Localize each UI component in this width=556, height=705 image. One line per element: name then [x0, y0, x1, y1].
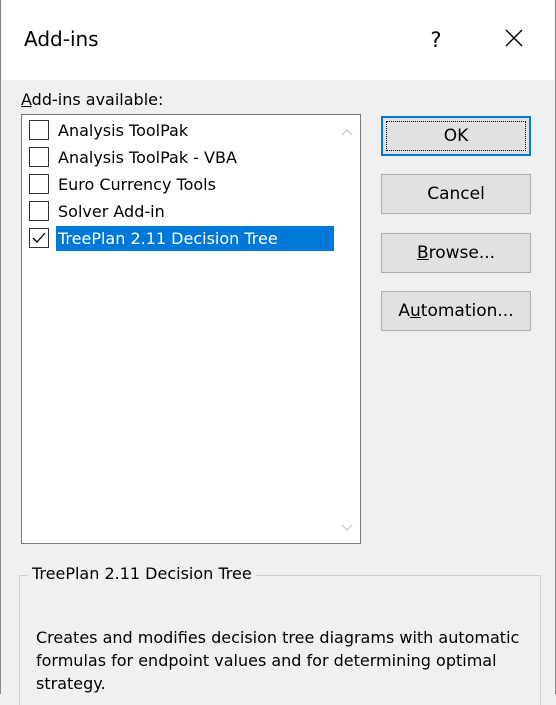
list-item[interactable]: Analysis ToolPak - VBA [22, 144, 334, 171]
browse-button[interactable]: Browse... [381, 233, 531, 273]
addin-checkbox[interactable] [29, 147, 49, 167]
description-group: TreePlan 2.11 Decision Tree Creates and … [19, 564, 541, 705]
add-ins-dialog: Add-ins ? Add-ins available: Analysis To… [0, 0, 556, 705]
focus-rectangle [386, 121, 526, 151]
addin-label: Euro Currency Tools [58, 175, 216, 194]
automation-button-label: Automation... [398, 301, 514, 321]
addin-checkbox[interactable] [29, 201, 49, 221]
add-ins-list: Analysis ToolPak Analysis ToolPak - VBA Eu… [22, 117, 334, 252]
browse-button-label: Browse... [416, 243, 496, 263]
addin-label: Analysis ToolPak [58, 121, 189, 140]
addin-checkbox[interactable] [29, 228, 49, 248]
description-title: TreePlan 2.11 Decision Tree [28, 564, 256, 583]
addin-checkbox[interactable] [29, 120, 49, 140]
cancel-button[interactable]: Cancel [381, 174, 531, 214]
chevron-down-icon[interactable] [334, 515, 360, 541]
list-item[interactable]: Analysis ToolPak [22, 117, 334, 144]
close-button[interactable] [480, 0, 548, 80]
automation-button[interactable]: Automation... [381, 291, 531, 331]
checkmark-icon [32, 232, 46, 243]
list-item[interactable]: TreePlan 2.11 Decision Tree [22, 225, 334, 252]
close-icon [505, 29, 523, 51]
addin-label: TreePlan 2.11 Decision Tree [56, 226, 334, 251]
title-bar: Add-ins ? [2, 0, 555, 80]
help-icon: ? [430, 28, 442, 52]
dialog-title: Add-ins [24, 27, 99, 51]
cancel-button-label: Cancel [427, 184, 485, 204]
help-button[interactable]: ? [406, 0, 466, 80]
ok-button[interactable]: OK [381, 116, 531, 156]
list-item[interactable]: Euro Currency Tools [22, 171, 334, 198]
addin-label: Solver Add-in [58, 202, 165, 221]
addin-checkbox[interactable] [29, 174, 49, 194]
vertical-scrollbar[interactable] [334, 115, 360, 543]
description-text: Creates and modifies decision tree diagr… [36, 628, 520, 693]
addin-label: Analysis ToolPak - VBA [58, 148, 237, 167]
add-ins-available-label: Add-ins available: [21, 90, 164, 109]
list-item[interactable]: Solver Add-in [22, 198, 334, 225]
chevron-up-icon[interactable] [334, 119, 360, 145]
add-ins-listbox[interactable]: Analysis ToolPak Analysis ToolPak - VBA Eu… [21, 114, 361, 544]
